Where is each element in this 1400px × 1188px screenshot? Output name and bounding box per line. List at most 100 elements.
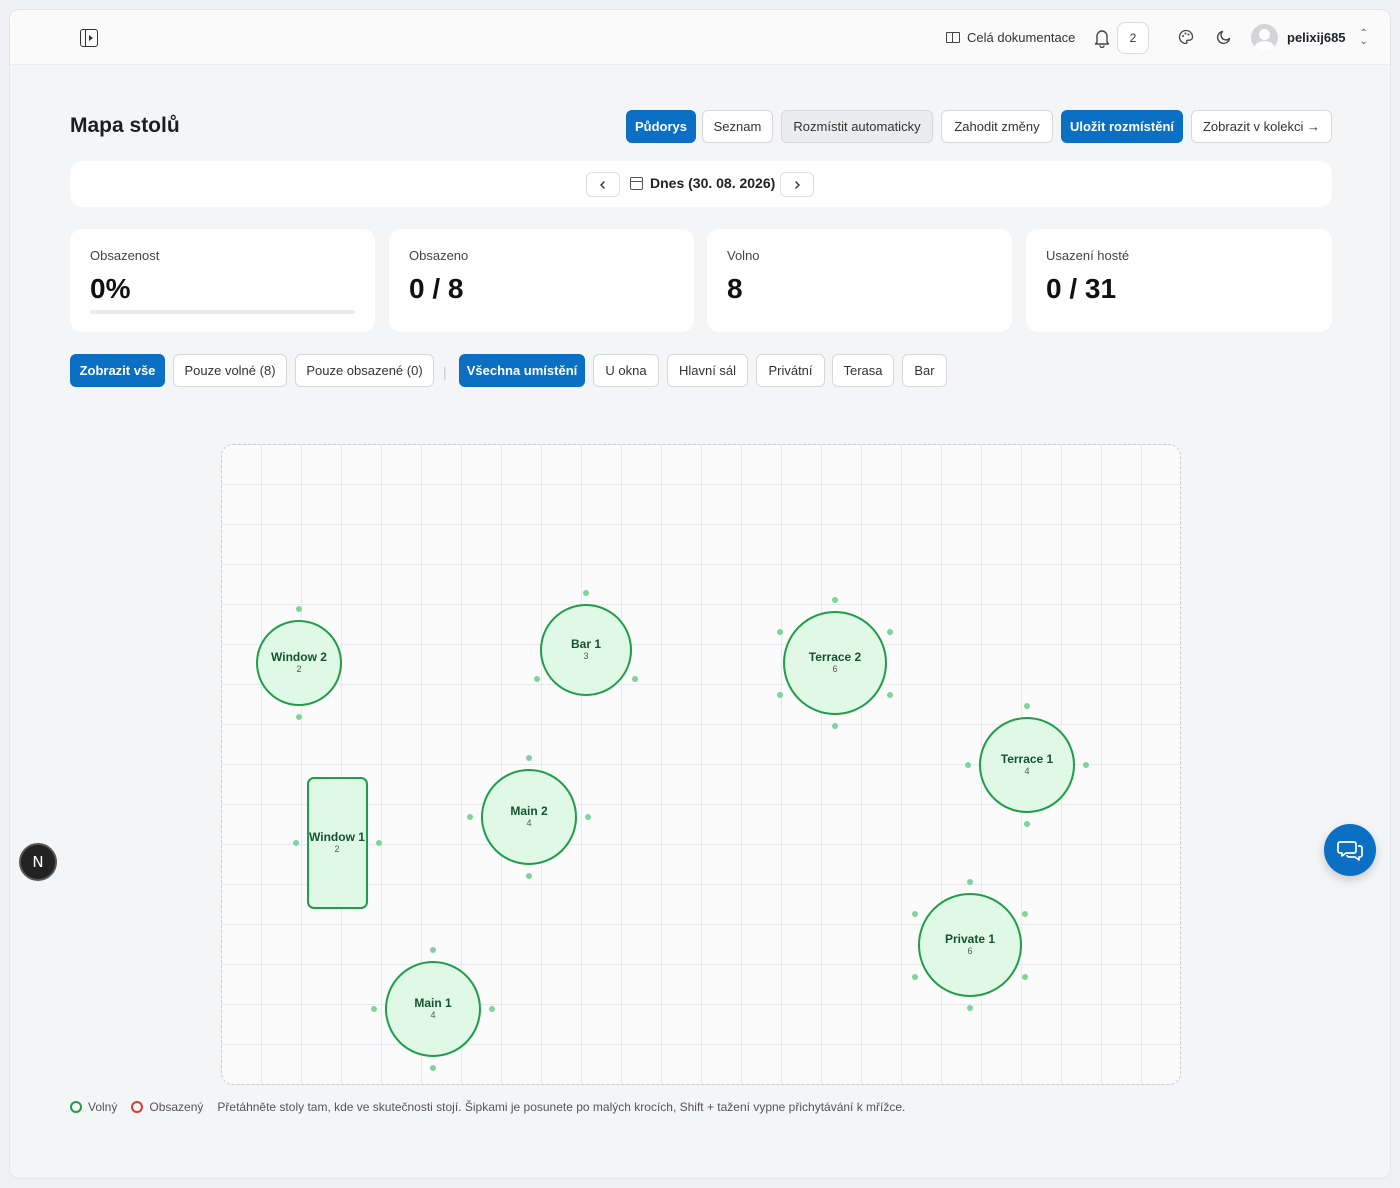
seat-dot <box>632 675 639 682</box>
seat-dot <box>1024 703 1030 709</box>
seat-dot <box>292 840 299 846</box>
table-seat-count: 6 <box>967 946 973 956</box>
bell-icon[interactable] <box>1093 28 1111 48</box>
show-in-collection-button[interactable]: Zobrazit v kolekci → <box>1191 110 1332 143</box>
table-name: Bar 1 <box>570 637 602 651</box>
table-seat-count: 2 <box>296 664 302 674</box>
table-window-2[interactable]: Window 22 <box>256 620 342 706</box>
location-all[interactable]: Všechna umístění <box>459 354 585 387</box>
seat-dot <box>832 723 838 729</box>
book-icon <box>946 32 960 43</box>
seat-dot <box>430 1065 436 1071</box>
palette-icon[interactable] <box>1178 29 1194 45</box>
seat-dot <box>296 714 302 720</box>
stat-label: Obsazeno <box>409 248 469 263</box>
seat-dot <box>1083 762 1089 768</box>
top-bar: Celá dokumentace 2 pelixij685 ⌃ ⌄ <box>10 10 1390 65</box>
stat-label: Usazení hosté <box>1046 248 1130 263</box>
seat-dot <box>583 590 589 596</box>
seat-dot <box>489 1006 495 1012</box>
app-window: Celá dokumentace 2 pelixij685 ⌃ ⌄ Mapa st… <box>9 9 1391 1179</box>
notification-count-badge[interactable]: 2 <box>1117 22 1149 54</box>
filter-only-free[interactable]: Pouze volné (8) <box>173 354 287 387</box>
seat-dot <box>777 691 784 698</box>
discard-changes-button[interactable]: Zahodit změny <box>941 110 1053 143</box>
moon-icon[interactable] <box>1216 29 1232 45</box>
table-bar-1[interactable]: Bar 13 <box>540 604 632 696</box>
seat-dot <box>912 910 919 917</box>
legend: Volný Obsazený Přetáhněte stoly tam, kde… <box>70 1100 905 1114</box>
seat-dot <box>967 879 973 885</box>
list-view-button[interactable]: Seznam <box>702 110 773 143</box>
user-menu[interactable]: pelixij685 ⌃ ⌄ <box>1251 24 1368 51</box>
chevron-right-icon <box>795 180 800 189</box>
page-title: Mapa stolů <box>70 114 180 137</box>
seat-dot <box>1024 821 1030 827</box>
table-name: Private 1 <box>944 932 996 946</box>
legend-free-label: Volný <box>88 1100 118 1114</box>
floorplan-view-button[interactable]: Půdorys <box>626 110 696 143</box>
table-terrace-1[interactable]: Terrace 14 <box>979 717 1075 813</box>
filter-show-all[interactable]: Zobrazit vše <box>70 354 165 387</box>
username: pelixij685 <box>1287 30 1346 45</box>
seat-dot <box>886 628 893 635</box>
table-name: Main 2 <box>510 804 548 818</box>
date-label: Dnes (30. 08. 2026) <box>650 175 776 191</box>
calendar-icon <box>630 176 643 190</box>
save-layout-button[interactable]: Uložit rozmístění <box>1061 110 1183 143</box>
seat-dot <box>585 814 591 820</box>
location-private[interactable]: Privátní <box>756 354 825 387</box>
location-bar[interactable]: Bar <box>902 354 947 387</box>
table-name: Window 1 <box>309 830 365 844</box>
next-day-button[interactable] <box>780 172 814 197</box>
table-private-1[interactable]: Private 16 <box>918 893 1022 997</box>
floor-plan-canvas[interactable]: Window 2 2 Bar 1 3 Terrace 2 6 Terrace 1 4 Windo… <box>221 444 1181 1085</box>
stat-value: 8 <box>727 273 743 304</box>
legend-occupied-label: Obsazený <box>149 1100 204 1114</box>
table-name: Terrace 2 <box>808 650 862 664</box>
table-terrace-2[interactable]: Terrace 26 <box>783 611 887 715</box>
table-seat-count: 2 <box>334 844 340 854</box>
sidebar-toggle-icon[interactable] <box>80 29 98 47</box>
docs-label: Celá dokumentace <box>967 30 1076 45</box>
table-seat-count: 4 <box>430 1010 436 1020</box>
seat-dot <box>533 675 540 682</box>
chat-icon <box>1337 841 1363 861</box>
seat-dot <box>832 597 838 603</box>
date-picker[interactable]: Dnes (30. 08. 2026) <box>630 175 775 191</box>
seat-dot <box>467 814 473 820</box>
filter-only-occupied[interactable]: Pouze obsazené (0) <box>295 354 434 387</box>
docs-link[interactable]: Celá dokumentace <box>946 30 1075 45</box>
location-window[interactable]: U okna <box>593 354 659 387</box>
seat-dot <box>526 755 532 761</box>
table-window-1[interactable]: Window 12 <box>306 777 368 909</box>
n-logo-icon[interactable]: N <box>19 843 57 881</box>
table-name: Main 1 <box>414 996 452 1010</box>
table-seat-count: 4 <box>526 818 532 828</box>
chat-button[interactable] <box>1324 824 1376 876</box>
filter-separator: | <box>443 364 447 380</box>
seat-dot <box>886 691 893 698</box>
seat-dot <box>371 1006 377 1012</box>
seat-dot <box>912 973 919 980</box>
free-status-icon <box>70 1101 82 1113</box>
seat-dot <box>1021 910 1028 917</box>
seat-dot <box>375 840 382 846</box>
table-seat-count: 6 <box>832 664 838 674</box>
table-seat-count: 4 <box>1024 766 1030 776</box>
table-main-1[interactable]: Main 14 <box>385 961 481 1057</box>
date-navigation-bar: Dnes (30. 08. 2026) <box>70 161 1332 207</box>
table-name: Terrace 1 <box>1000 752 1054 766</box>
stat-card-free: Volno 8 <box>707 229 1012 332</box>
location-main-hall[interactable]: Hlavní sál <box>667 354 748 387</box>
stat-card-seated-guests: Usazení hosté 0 / 31 <box>1026 229 1332 332</box>
location-terrace[interactable]: Terasa <box>832 354 894 387</box>
auto-arrange-button[interactable]: Rozmístit automaticky <box>781 110 933 143</box>
stat-label: Obsazenost <box>90 248 160 263</box>
previous-day-button[interactable] <box>586 172 620 197</box>
table-main-2[interactable]: Main 24 <box>481 769 577 865</box>
stat-label: Volno <box>727 248 760 263</box>
stat-card-occupied: Obsazeno 0 / 8 <box>389 229 694 332</box>
stat-card-occupancy: Obsazenost 0% <box>70 229 375 332</box>
table-name: Window 2 <box>271 650 327 664</box>
